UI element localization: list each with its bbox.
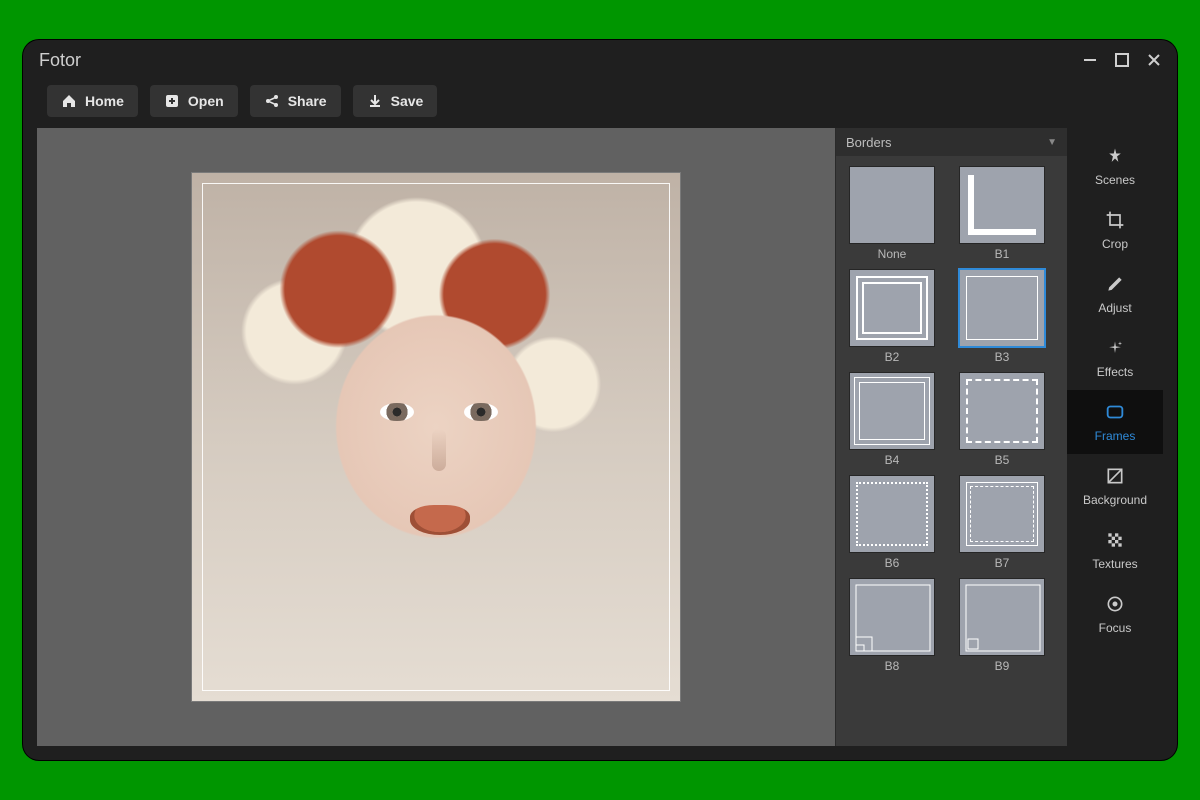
frames-icon: [1104, 401, 1126, 423]
rail-frames[interactable]: Frames: [1067, 390, 1163, 454]
share-button[interactable]: Share: [250, 85, 341, 117]
border-option-b3[interactable]: B3: [956, 269, 1048, 364]
border-option-b1[interactable]: B1: [956, 166, 1048, 261]
close-icon[interactable]: [1147, 53, 1161, 67]
border-preview-b5-icon: [966, 379, 1038, 443]
border-preview-b9-icon: [960, 579, 1044, 655]
border-option-b5[interactable]: B5: [956, 372, 1048, 467]
scenes-icon: [1104, 145, 1126, 167]
share-icon: [264, 93, 280, 109]
save-button[interactable]: Save: [353, 85, 438, 117]
border-option-b6[interactable]: B6: [846, 475, 938, 570]
border-option-b2[interactable]: B2: [846, 269, 938, 364]
border-thumbnails[interactable]: None B1 B2 B3 B4: [836, 156, 1067, 746]
border-preview-b8-icon: [850, 579, 934, 655]
border-preview-b3-icon: [966, 276, 1038, 340]
open-label: Open: [188, 93, 224, 109]
canvas-image[interactable]: [191, 172, 681, 702]
focus-icon: [1104, 593, 1126, 615]
borders-panel-header[interactable]: Borders ▼: [836, 128, 1067, 156]
tool-rail: Scenes Crop Adjust Effects: [1067, 128, 1163, 746]
window-controls: [1083, 53, 1161, 67]
app-title: Fotor: [39, 50, 81, 71]
plus-file-icon: [164, 93, 180, 109]
maximize-icon[interactable]: [1115, 53, 1129, 67]
open-button[interactable]: Open: [150, 85, 238, 117]
rail-adjust[interactable]: Adjust: [1067, 262, 1163, 326]
home-icon: [61, 93, 77, 109]
borders-panel: Borders ▼ None B1 B2 B3: [835, 128, 1067, 746]
border-option-none[interactable]: None: [846, 166, 938, 261]
rail-textures[interactable]: Textures: [1067, 518, 1163, 582]
border-preview-b4-icon: [854, 377, 930, 445]
home-label: Home: [85, 93, 124, 109]
border-preview-none-icon: [850, 167, 934, 243]
rail-focus[interactable]: Focus: [1067, 582, 1163, 646]
borders-panel-title: Borders: [846, 135, 892, 150]
border-preview-b1-icon: [968, 175, 1036, 235]
canvas-area[interactable]: [37, 128, 835, 746]
border-option-b9[interactable]: B9: [956, 578, 1048, 673]
app-window: Fotor Home Open Share: [23, 40, 1177, 760]
rail-crop[interactable]: Crop: [1067, 198, 1163, 262]
save-label: Save: [391, 93, 424, 109]
home-button[interactable]: Home: [47, 85, 138, 117]
textures-icon: [1104, 529, 1126, 551]
sparkle-icon: [1104, 337, 1126, 359]
main-toolbar: Home Open Share Save: [23, 80, 1177, 128]
border-option-b8[interactable]: B8: [846, 578, 938, 673]
border-preview-b6-icon: [856, 482, 928, 546]
minimize-icon[interactable]: [1083, 53, 1097, 67]
rail-effects[interactable]: Effects: [1067, 326, 1163, 390]
background-icon: [1104, 465, 1126, 487]
titlebar[interactable]: Fotor: [23, 40, 1177, 80]
download-icon: [367, 93, 383, 109]
pencil-icon: [1104, 273, 1126, 295]
body: Borders ▼ None B1 B2 B3: [23, 128, 1177, 760]
border-option-b7[interactable]: B7: [956, 475, 1048, 570]
crop-icon: [1104, 209, 1126, 231]
border-preview-b7-icon: [966, 482, 1038, 546]
border-preview-b2-icon: [856, 276, 928, 340]
share-label: Share: [288, 93, 327, 109]
chevron-down-icon: ▼: [1047, 137, 1057, 148]
border-option-b4[interactable]: B4: [846, 372, 938, 467]
rail-scenes[interactable]: Scenes: [1067, 134, 1163, 198]
rail-background[interactable]: Background: [1067, 454, 1163, 518]
